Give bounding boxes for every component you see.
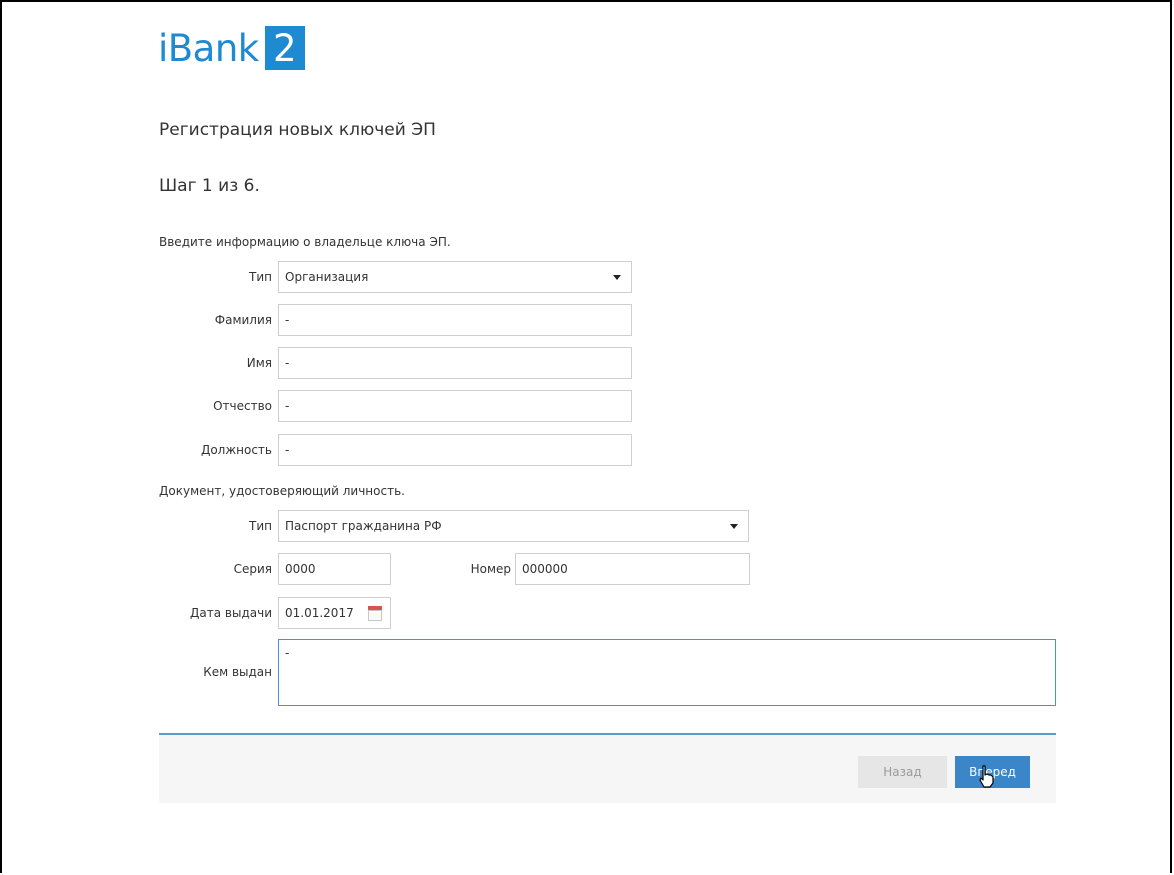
number-label: Номер [470,562,511,576]
document-type-value: Паспорт гражданина РФ [285,519,442,533]
document-type-label: Тип [249,519,272,533]
chevron-down-icon [613,274,621,280]
firstname-value: - [285,356,290,370]
page-title: Регистрация новых ключей ЭП [159,120,436,140]
issue-date-value: 01.01.2017 [285,606,354,620]
firstname-row: Имя - [159,347,632,379]
number-input[interactable]: 000000 [515,553,750,585]
document-type-select[interactable]: Паспорт гражданина РФ [278,510,749,542]
logo: iBank 2 [158,22,305,74]
document-section-label: Документ, удостоверяющий личность. [159,484,405,498]
owner-type-label: Тип [249,270,272,284]
owner-type-select[interactable]: Организация [278,261,632,293]
calendar-icon[interactable] [368,606,382,621]
series-input[interactable]: 0000 [278,553,391,585]
chevron-down-icon [730,523,738,529]
issued-by-textarea[interactable]: - [278,639,1056,706]
position-value: - [285,443,290,457]
series-value: 0000 [285,562,316,576]
lastname-label: Фамилия [214,313,272,327]
firstname-label: Имя [246,356,272,370]
issue-date-label: Дата выдачи [190,606,272,620]
owner-type-row: Тип Организация [159,261,632,293]
position-row: Должность - [159,434,632,466]
number-row: Номер 000000 [392,553,750,585]
logo-number: 2 [264,26,305,70]
lastname-row: Фамилия - [159,304,632,336]
lastname-value: - [285,313,290,327]
patronymic-row: Отчество - [159,390,632,422]
issue-date-input[interactable]: 01.01.2017 [278,597,391,629]
patronymic-label: Отчество [213,399,272,413]
patronymic-input[interactable]: - [278,390,632,422]
series-label: Серия [233,562,272,576]
issued-by-value: - [285,646,290,660]
issued-by-label: Кем выдан [203,665,272,679]
logo-text: iBank [158,26,259,70]
issue-date-row: Дата выдачи 01.01.2017 [159,597,391,629]
position-label: Должность [200,443,272,457]
owner-section-label: Введите информацию о владельце ключа ЭП. [159,235,451,249]
document-type-row: Тип Паспорт гражданина РФ [159,510,749,542]
patronymic-value: - [285,399,290,413]
firstname-input[interactable]: - [278,347,632,379]
hand-pointer-icon [979,765,994,788]
number-value: 000000 [522,562,568,576]
back-button[interactable]: Назад [858,756,947,788]
series-row: Серия 0000 [159,553,391,585]
position-input[interactable]: - [278,434,632,466]
owner-type-value: Организация [285,270,369,284]
lastname-input[interactable]: - [278,304,632,336]
step-indicator: Шаг 1 из 6. [159,176,260,196]
